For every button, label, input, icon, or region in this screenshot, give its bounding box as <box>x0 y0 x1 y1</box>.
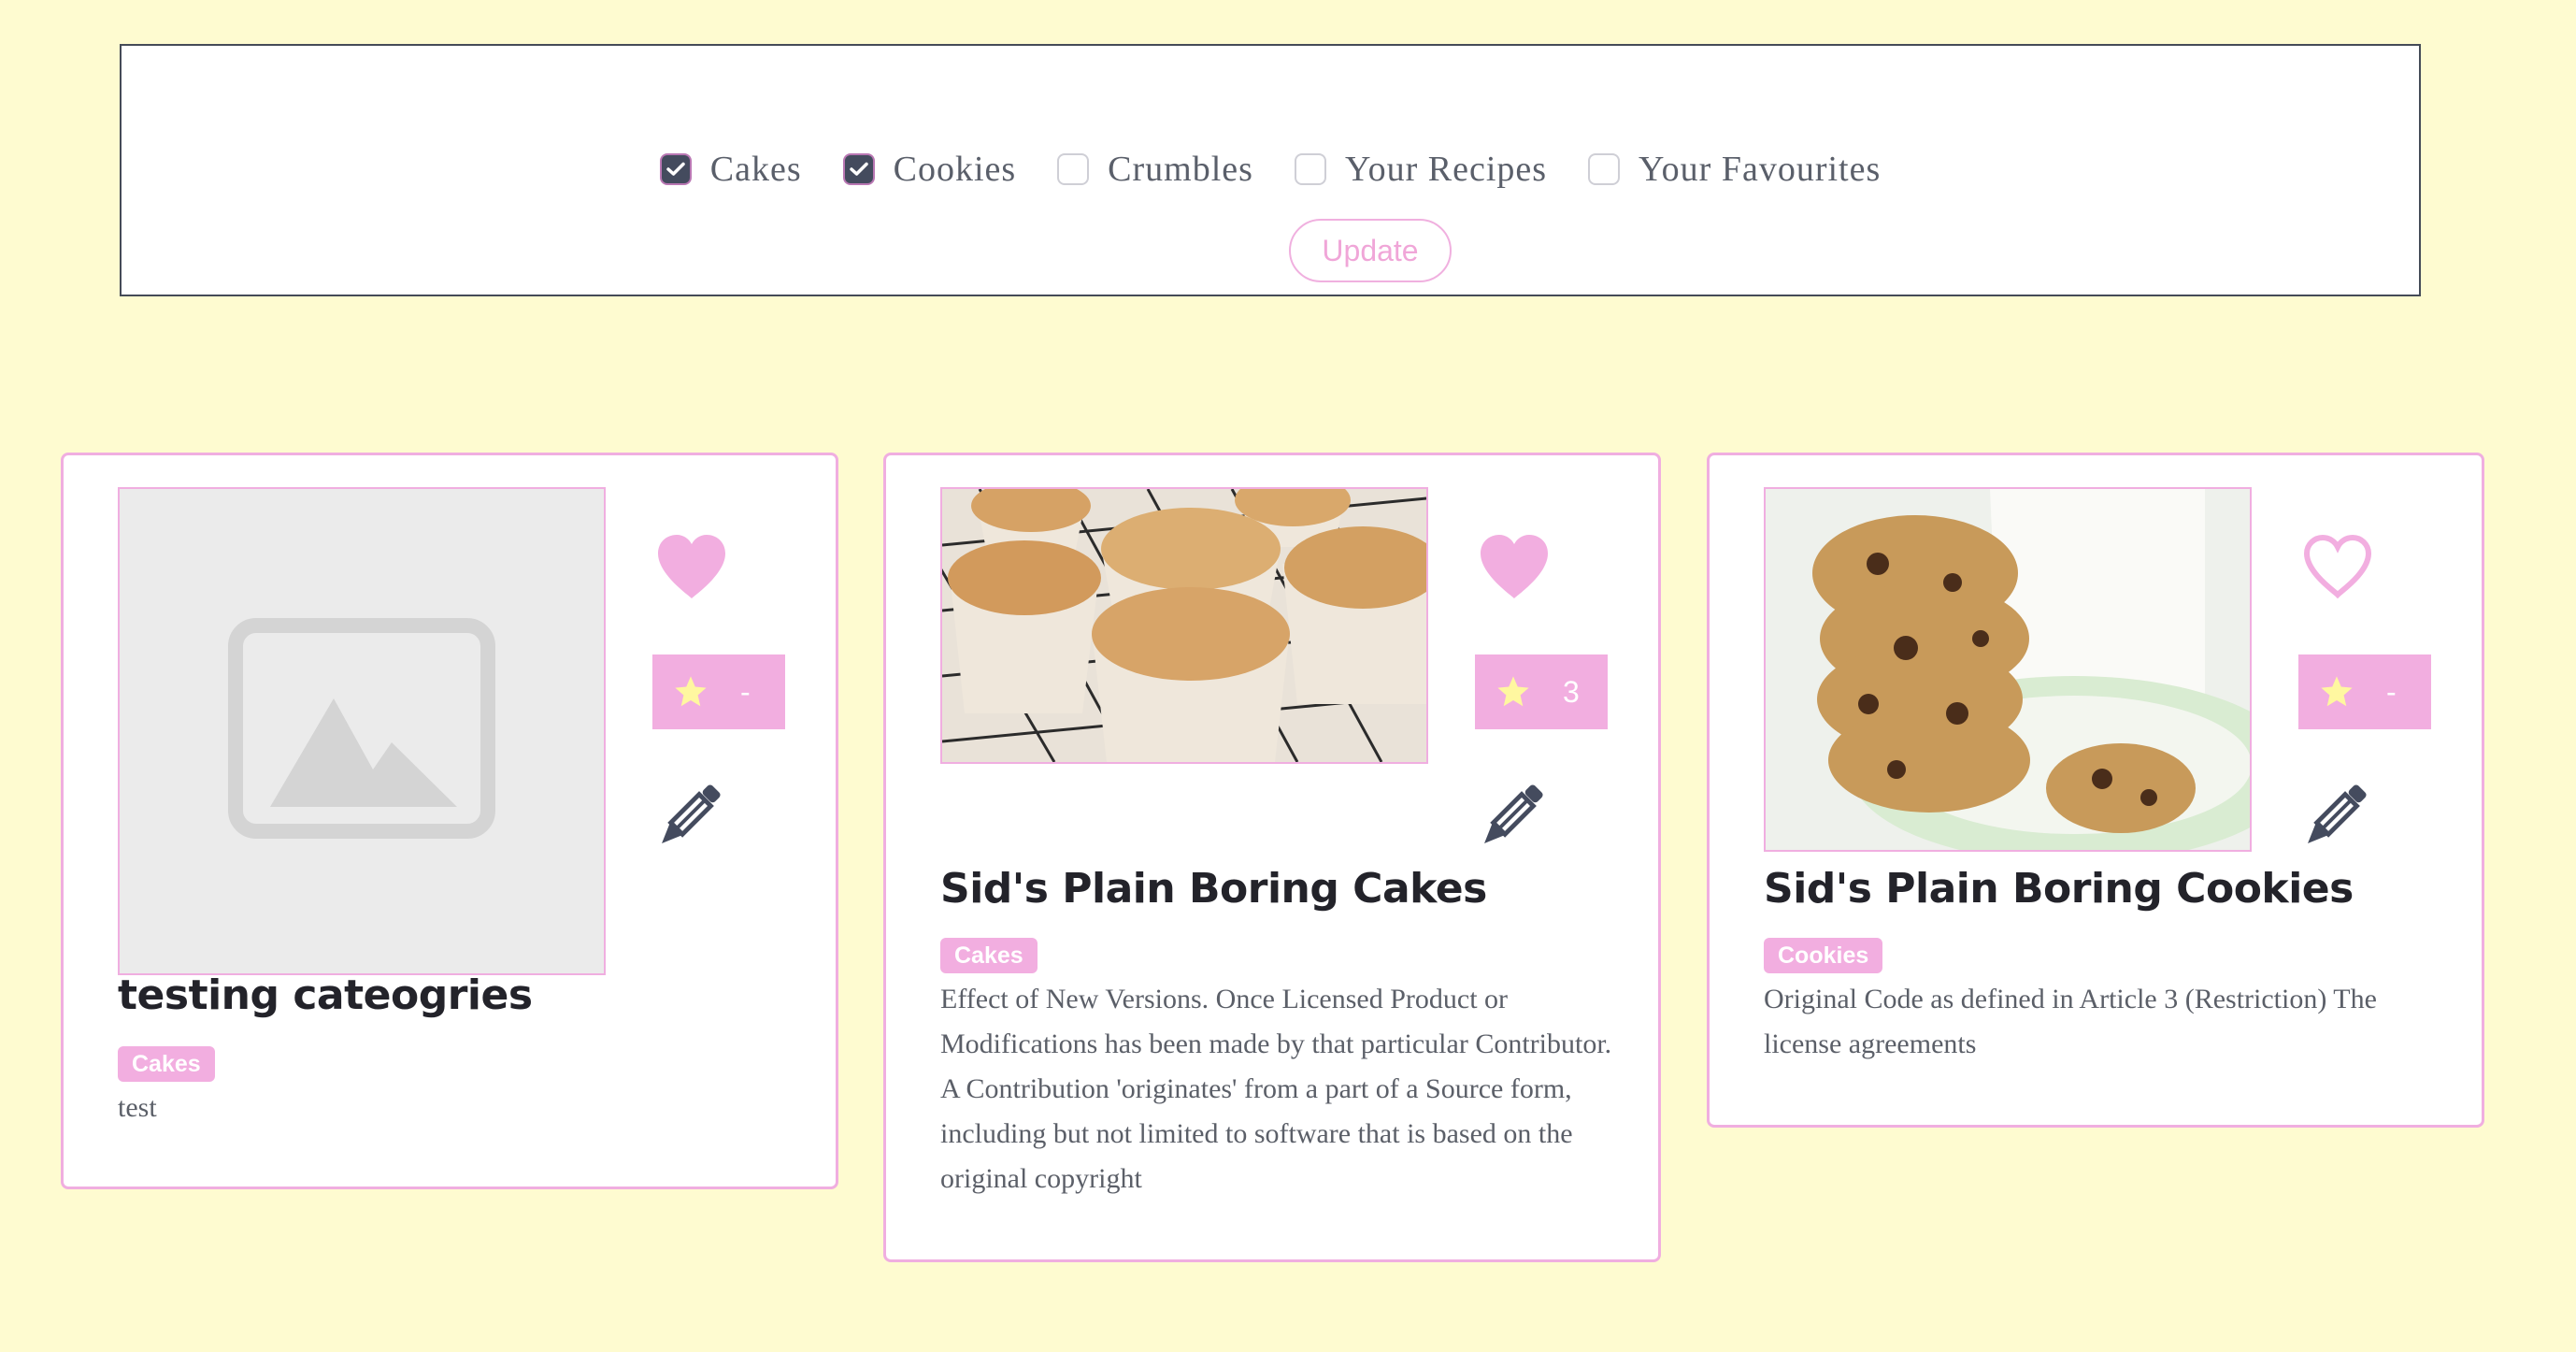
placeholder-image-icon <box>228 618 495 839</box>
category-tag: Cakes <box>940 938 1038 973</box>
recipe-image <box>940 487 1428 764</box>
filter-label-your-favourites: Your Favourites <box>1639 150 1882 189</box>
rating-value: - <box>2386 674 2397 709</box>
filter-option-cakes[interactable]: Cakes <box>659 149 802 190</box>
category-tag: Cakes <box>118 1046 215 1082</box>
cookies-checkbox[interactable] <box>842 153 875 185</box>
heart-filled-icon[interactable] <box>654 533 729 600</box>
rating-button[interactable]: - <box>652 654 785 729</box>
filter-option-cookies[interactable]: Cookies <box>842 149 1017 190</box>
recipe-card[interactable]: 3 Sid's Plain Boring Cakes Cakes Effect … <box>883 453 1661 1262</box>
filter-options: Cakes Cookies Crumbles Your Recipes Your… <box>122 149 2419 190</box>
filter-label-crumbles: Crumbles <box>1108 150 1253 189</box>
update-button[interactable]: Update <box>1289 219 1452 282</box>
rating-button[interactable]: - <box>2298 654 2431 729</box>
filter-label-your-recipes: Your Recipes <box>1344 150 1548 189</box>
rating-button[interactable]: 3 <box>1475 654 1608 729</box>
pencil-icon[interactable] <box>1475 780 1548 853</box>
star-icon <box>1497 676 1529 707</box>
filter-panel: Cakes Cookies Crumbles Your Recipes Your… <box>120 44 2421 296</box>
recipe-description: Effect of New Versions. Once Licensed Pr… <box>940 984 1612 1194</box>
your-favourites-checkbox[interactable] <box>1588 153 1621 185</box>
recipe-card[interactable]: - Sid's Plain Boring Cookies Cookies Ori… <box>1707 453 2484 1128</box>
cookies-photo <box>1766 489 2250 850</box>
pencil-icon[interactable] <box>652 780 725 853</box>
filter-option-crumbles[interactable]: Crumbles <box>1057 149 1253 190</box>
heart-outline-icon[interactable] <box>2300 533 2375 600</box>
rating-value: 3 <box>1563 674 1580 709</box>
recipe-description: test <box>118 1092 157 1123</box>
rating-value: - <box>740 674 751 709</box>
filter-option-your-recipes[interactable]: Your Recipes <box>1294 149 1548 190</box>
your-recipes-checkbox[interactable] <box>1294 153 1326 185</box>
crumbles-checkbox[interactable] <box>1057 153 1090 185</box>
cupcakes-photo <box>942 489 1426 762</box>
cakes-checkbox[interactable] <box>659 153 692 185</box>
star-icon <box>675 676 707 707</box>
star-icon <box>2321 676 2353 707</box>
recipe-title[interactable]: testing cateogries <box>118 971 533 1019</box>
category-tag: Cookies <box>1764 938 1883 973</box>
filter-label-cakes: Cakes <box>709 150 802 189</box>
recipe-title[interactable]: Sid's Plain Boring Cakes <box>940 865 1487 913</box>
recipe-description: Original Code as defined in Article 3 (R… <box>1764 984 2377 1059</box>
recipe-title[interactable]: Sid's Plain Boring Cookies <box>1764 865 2354 913</box>
heart-filled-icon[interactable] <box>1477 533 1552 600</box>
filter-option-your-favourites[interactable]: Your Favourites <box>1588 149 1881 190</box>
pencil-icon[interactable] <box>2298 780 2371 853</box>
recipe-image <box>118 487 606 975</box>
recipe-image <box>1764 487 2252 852</box>
recipe-card[interactable]: - testing cateogries Cakes test <box>61 453 838 1189</box>
filter-label-cookies: Cookies <box>893 150 1017 189</box>
